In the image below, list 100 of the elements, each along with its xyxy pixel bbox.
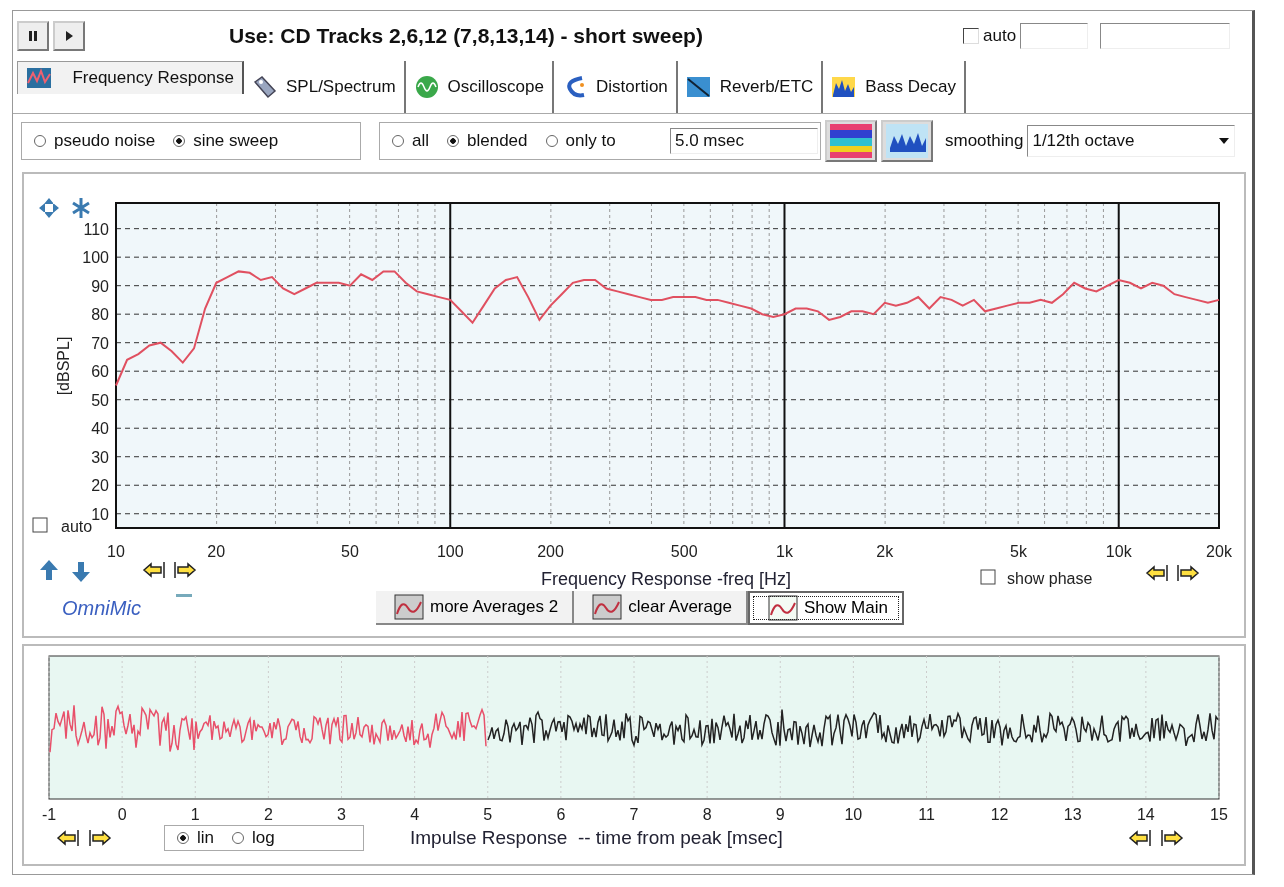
- axis-label: 60: [91, 363, 109, 381]
- axis-label: 5: [483, 806, 493, 823]
- axis-label: 500: [670, 543, 698, 560]
- input-field[interactable]: [1020, 23, 1089, 49]
- axis-label: 90: [91, 277, 109, 295]
- axis-title: Frequency Response -freq [Hz]: [540, 569, 792, 589]
- tab[interactable]: Reverb/ETC: [677, 61, 824, 113]
- axis-label: 10: [107, 543, 125, 560]
- axis-label: 3: [337, 806, 346, 823]
- radio-label: blended: [467, 131, 528, 151]
- waterfall-button[interactable]: [881, 120, 933, 162]
- scroll-right-icon[interactable]: [174, 561, 196, 579]
- waterfall-icon: [886, 124, 928, 158]
- command-button[interactable]: more Averages 2: [376, 591, 575, 625]
- spectrogram-icon: [830, 124, 872, 158]
- radio-label: all: [412, 131, 429, 151]
- axis-label: 10k: [1105, 543, 1132, 560]
- axis-title: Impulse Response -- time from peak [msec]: [410, 827, 783, 849]
- axis-label: 15: [1210, 806, 1228, 823]
- axis-label: 7: [629, 806, 639, 823]
- axis-label: 4: [410, 806, 420, 823]
- axis-label: 13: [1063, 806, 1082, 823]
- axis-label: -1: [41, 806, 57, 823]
- checkbox-label: auto: [983, 26, 1017, 46]
- input-field[interactable]: 5.0 msec: [670, 128, 818, 154]
- axis-label: 50: [91, 391, 109, 409]
- axis-label: 100: [82, 249, 109, 267]
- tab[interactable]: Bass Decay: [823, 61, 967, 113]
- radio-button[interactable]: [232, 832, 244, 844]
- brand-name: OmniMic: [62, 596, 142, 620]
- oscilloscope-icon: [413, 75, 440, 99]
- axis-label: 30: [91, 448, 109, 466]
- axis-label: 10: [844, 806, 863, 823]
- checkbox[interactable]: [963, 28, 979, 44]
- axis-label: 20: [91, 477, 109, 495]
- command-button[interactable]: Show Main: [747, 591, 904, 625]
- axis-label: 110: [83, 220, 109, 238]
- axis-label: 70: [91, 334, 109, 352]
- radio-label: pseudo noise: [54, 131, 156, 151]
- axis-label: 11: [918, 806, 935, 823]
- axis-label: 10: [91, 505, 109, 523]
- scroll-left-icon[interactable]: [1146, 564, 1168, 582]
- radio-button[interactable]: [177, 832, 189, 844]
- graph-icon: [592, 594, 623, 620]
- scroll-arrows-icon[interactable]: [56, 828, 112, 848]
- input-field[interactable]: [1100, 23, 1231, 49]
- checkbox-label: show phase: [1007, 570, 1093, 587]
- caret-icon: [1218, 137, 1231, 145]
- tab[interactable]: Frequency Response: [17, 61, 244, 94]
- axis-label: 1: [190, 806, 200, 823]
- radio-button[interactable]: [447, 135, 459, 147]
- axis-label: 5k: [1010, 543, 1027, 560]
- tab[interactable]: Distortion: [554, 61, 678, 113]
- axis-label: 6: [556, 806, 566, 823]
- axis-label: 50: [341, 543, 359, 560]
- pause-button[interactable]: [17, 21, 49, 51]
- checkbox[interactable]: [32, 517, 48, 533]
- smoothing-dropdown[interactable]: 1/12th octave: [1027, 125, 1236, 157]
- axis-label: 20: [207, 543, 226, 560]
- axis-label: 0: [117, 806, 127, 823]
- axis-label: 14: [1137, 806, 1155, 823]
- axis-title: [dBSPL]: [55, 336, 72, 396]
- play-button[interactable]: [53, 21, 85, 51]
- radio-label: log: [252, 828, 275, 848]
- scroll-arrows-icon[interactable]: [1128, 828, 1184, 848]
- radio-label: lin: [197, 828, 214, 848]
- axis-label: 2: [263, 806, 273, 823]
- radio-button[interactable]: [173, 135, 186, 147]
- radio-button[interactable]: [545, 135, 558, 147]
- scroll-right-icon[interactable]: [1177, 564, 1199, 582]
- radio-button[interactable]: [392, 135, 404, 147]
- axis-label: 80: [91, 306, 109, 324]
- checkbox[interactable]: [980, 569, 996, 585]
- radio-label: sine sweep: [193, 131, 279, 151]
- axis-label: 100: [436, 543, 464, 560]
- radio-button[interactable]: [34, 135, 46, 147]
- down-arrow-icon[interactable]: [72, 562, 90, 582]
- window-title: Use: CD Tracks 2,6,12 (7,8,13,14) - short sweep): [229, 24, 704, 48]
- spectrogram-button[interactable]: [825, 120, 877, 162]
- expand-icon[interactable]: [39, 198, 59, 218]
- axis-label: 9: [775, 806, 785, 823]
- axis-label: 40: [91, 420, 109, 438]
- checkbox-label: auto: [61, 518, 93, 535]
- axis-label: 200: [537, 543, 564, 560]
- chart-icon: [26, 67, 52, 89]
- axis-label: 8: [702, 806, 712, 823]
- up-arrow-icon[interactable]: [40, 560, 58, 580]
- decay-icon: [831, 75, 858, 99]
- axis-label: 1k: [776, 543, 793, 560]
- graph-icon: [767, 595, 798, 621]
- pause-icon: [26, 29, 40, 43]
- tab[interactable]: SPL/Spectrum: [244, 61, 406, 113]
- axis-label: 2k: [876, 543, 894, 560]
- axis-label: 12: [990, 806, 1009, 823]
- axis-label: 20k: [1206, 543, 1232, 560]
- command-button[interactable]: clear Average: [574, 591, 748, 625]
- tag-icon: [252, 75, 278, 99]
- scroll-left-icon[interactable]: [143, 561, 165, 579]
- tab[interactable]: Oscilloscope: [405, 61, 554, 113]
- graph-icon: [394, 594, 424, 620]
